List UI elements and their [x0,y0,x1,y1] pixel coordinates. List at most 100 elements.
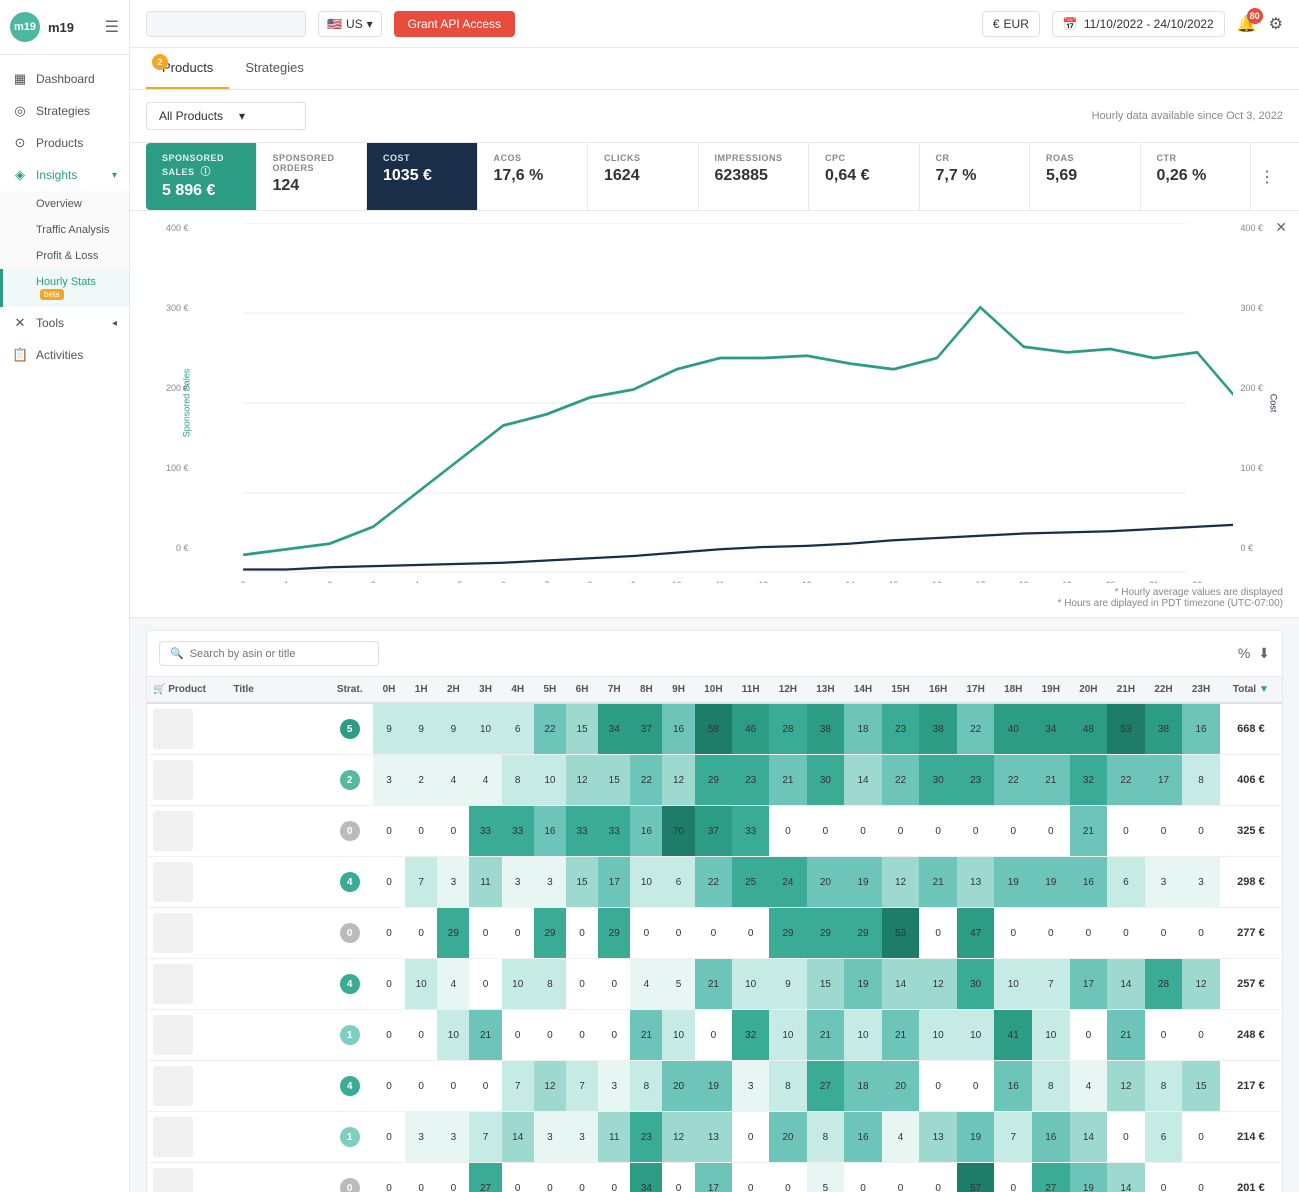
sidebar-item-insights[interactable]: ◈ Insights ▾ [0,159,129,191]
total-cell: 217 € [1220,1061,1282,1112]
hour-5-cell: 3 [534,857,566,908]
hour-8-cell: 4 [630,959,662,1010]
avatar: m19 [10,12,40,42]
product-cell [147,755,227,806]
sidebar-item-dashboard[interactable]: ▦ Dashboard [0,63,129,95]
total-cell: 298 € [1220,857,1282,908]
metric-value: 1624 [604,167,682,185]
hour-10-cell: 37 [695,806,733,857]
download-icon[interactable]: ⬇ [1258,645,1270,662]
hamburger-icon[interactable]: ☰ [105,17,119,37]
hour-13-cell: 0 [807,806,845,857]
hour-23-cell: 0 [1182,806,1220,857]
hour-23-cell: 16 [1182,703,1220,755]
strat-cell: 1 [326,1010,372,1061]
total-cell: 406 € [1220,755,1282,806]
hour-0-cell: 0 [373,1061,405,1112]
controls-row: All Products ▾ Hourly data available sin… [130,90,1299,143]
col-21h: 21H [1107,677,1145,703]
hour-17-cell: 10 [957,1010,995,1061]
col-0h: 0H [373,677,405,703]
hour-22-cell: 0 [1145,806,1183,857]
tab-strategies[interactable]: Strategies [229,48,320,89]
hour-15-cell: 12 [882,857,920,908]
metric-impressions: IMPRESSIONS 623885 [699,143,810,210]
hour-1-cell: 10 [405,959,437,1010]
col-1h: 1H [405,677,437,703]
hour-19-cell: 34 [1032,703,1070,755]
hour-9-cell: 10 [662,1010,694,1061]
metric-ctr: CTR 0,26 % [1141,143,1252,210]
svg-text:2: 2 [328,580,333,583]
table-row: 4000071273820193827182000168412815217 € [147,1061,1282,1112]
product-cell [147,1010,227,1061]
hour-1-cell: 0 [405,1061,437,1112]
hour-17-cell: 0 [957,1061,995,1112]
subnav-profit[interactable]: Profit & Loss [0,243,129,269]
date-range-selector[interactable]: 📅 11/10/2022 - 24/10/2022 [1052,11,1225,37]
region-selector[interactable]: 🇺🇸 US ▾ [318,11,382,37]
metrics-more-button[interactable]: ⋮ [1251,143,1283,210]
settings-icon[interactable]: ⚙ [1269,14,1283,34]
hour-3-cell: 33 [469,806,501,857]
hour-1-cell: 3 [405,1112,437,1163]
currency-selector[interactable]: € EUR [982,11,1040,37]
strat-cell: 0 [326,806,372,857]
main-content: 🇺🇸 US ▾ Grant API Access € EUR 📅 11/10/2… [130,0,1299,1192]
search-input[interactable] [146,11,306,37]
table-search-input[interactable] [190,648,368,660]
currency-label: EUR [1004,17,1029,31]
hour-10-cell: 19 [695,1061,733,1112]
hour-15-cell: 21 [882,1010,920,1061]
hour-2-cell: 4 [437,959,469,1010]
col-17h: 17H [957,677,995,703]
table-search-box[interactable]: 🔍 [159,641,379,666]
hour-12-cell: 9 [769,959,807,1010]
chart-section: ✕ 0 € 100 € 200 € 300 € 400 € 0 € 100 € … [130,211,1299,618]
hour-8-cell: 22 [630,755,662,806]
notifications-button[interactable]: 🔔 80 [1237,14,1257,34]
grant-api-button[interactable]: Grant API Access [394,11,515,37]
hour-17-cell: 47 [957,908,995,959]
hour-16-cell: 0 [919,1061,957,1112]
subnav-overview[interactable]: Overview [0,191,129,217]
hour-21-cell: 53 [1107,703,1145,755]
tab-products[interactable]: 2 Products [146,48,229,89]
hour-2-cell: 29 [437,908,469,959]
hour-5-cell: 29 [534,908,566,959]
dashboard-icon: ▦ [12,71,28,87]
col-23h: 23H [1182,677,1220,703]
svg-text:7: 7 [544,580,549,583]
hour-14-cell: 0 [844,806,882,857]
all-products-selector[interactable]: All Products ▾ [146,102,306,130]
sidebar-item-activities[interactable]: 📋 Activities [0,339,129,371]
total-cell: 214 € [1220,1112,1282,1163]
hour-0-cell: 0 [373,857,405,908]
svg-text:13: 13 [802,580,811,583]
hour-21-cell: 0 [1107,908,1145,959]
sidebar-item-tools[interactable]: ✕ Tools ◂ [0,307,129,339]
metric-sponsored-sales: SPONSORED SALES ⓘ 5 896 € [146,143,257,210]
hour-22-cell: 0 [1145,1010,1183,1061]
product-cell [147,1112,227,1163]
sidebar-item-strategies[interactable]: ◎ Strategies [0,95,129,127]
hour-18-cell: 7 [994,1112,1032,1163]
hour-21-cell: 6 [1107,857,1145,908]
percent-icon[interactable]: % [1238,645,1250,662]
hour-12-cell: 0 [769,806,807,857]
subnav-traffic[interactable]: Traffic Analysis [0,217,129,243]
table-toolbar: 🔍 % ⬇ [147,631,1282,677]
topbar-right: € EUR 📅 11/10/2022 - 24/10/2022 🔔 80 ⚙ [982,11,1283,37]
hour-5-cell: 0 [534,1163,566,1192]
subnav-hourly-stats[interactable]: Hourly Stats beta [0,269,129,307]
hour-19-cell: 0 [1032,908,1070,959]
strat-cell: 4 [326,1061,372,1112]
metric-sponsored-orders: SPONSORED ORDERS 124 [257,143,368,210]
svg-text:0: 0 [241,580,246,583]
hour-20-cell: 0 [1070,908,1108,959]
sidebar-item-label: Activities [36,348,83,362]
hour-13-cell: 15 [807,959,845,1010]
hour-23-cell: 8 [1182,755,1220,806]
sidebar-item-products[interactable]: ⊙ Products [0,127,129,159]
metric-label: ACOS [494,153,572,163]
